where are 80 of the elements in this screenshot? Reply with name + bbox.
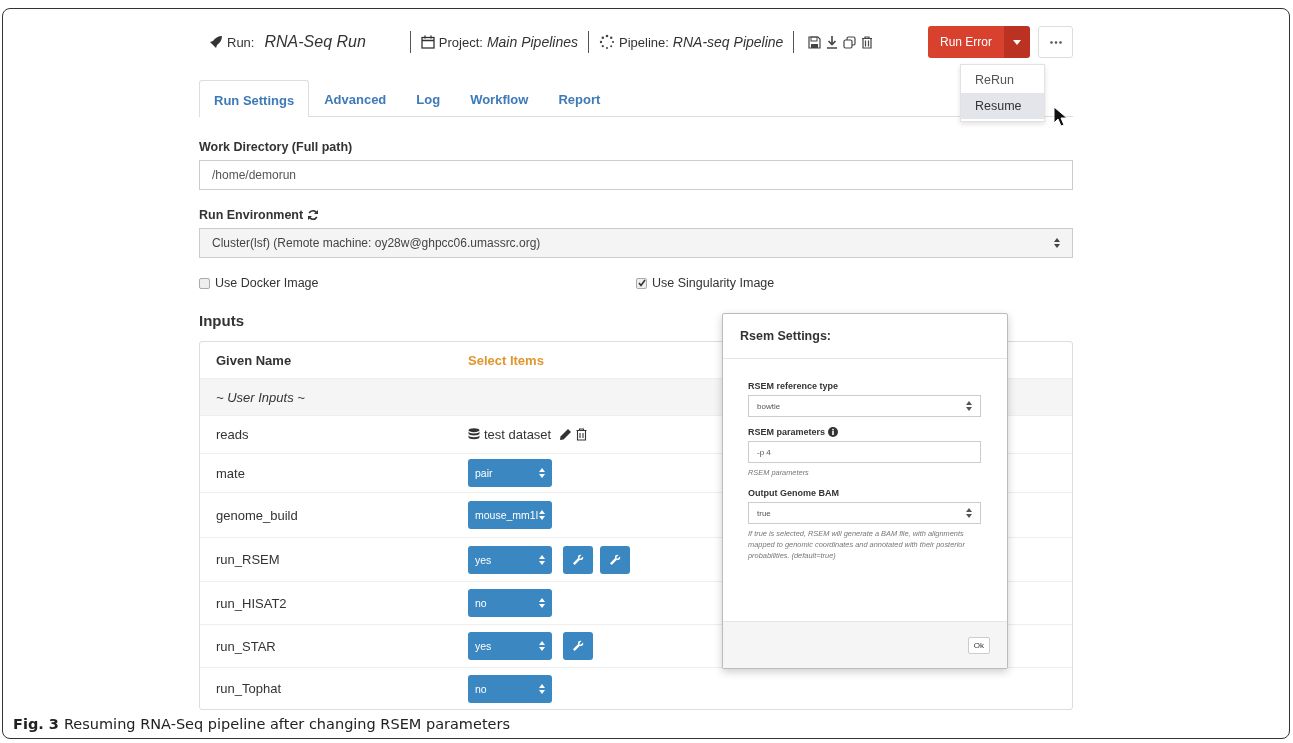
caret-icon [1013,39,1021,45]
run-name: RNA-Seq Run [264,33,366,51]
dataset-name: test dataset [484,427,552,442]
select-field[interactable]: pair [468,459,552,487]
group-header: ~ User Inputs ~ [215,389,306,405]
refresh-icon[interactable] [307,209,320,221]
select-field[interactable]: Cluster(lsf) (Remote machine: oy28w@ghpcc06.umassrc.org) [199,228,1073,258]
table-cell-text: mate [215,465,246,481]
project-label: Project: [438,34,483,50]
select-field[interactable]: no [468,674,552,703]
select-field[interactable]: yes [468,545,552,574]
spinner-icon [599,34,615,50]
checkbox[interactable] [199,277,210,289]
select-arrows-icon [539,598,545,608]
select-arrows-icon [966,508,972,518]
calendar-icon [420,35,435,49]
input-field[interactable]: -p 4 [748,441,981,463]
settings-button[interactable] [563,545,593,574]
status-dropdown-button[interactable] [1004,26,1030,58]
tab[interactable]: Advanced [309,80,402,117]
checkbox[interactable] [636,277,647,289]
select-arrows-icon [539,683,545,694]
checkbox-label: Use Singularity Image [652,276,775,290]
settings-button[interactable] [563,632,593,660]
table-cell-text: run_RSEM [215,552,281,567]
table-cell-text: run_Tophat [215,681,283,696]
table-cell-text: genome_build [215,507,299,523]
field-label: RSEM parameters [748,427,826,437]
pencil-icon[interactable] [559,428,573,441]
copy-icon[interactable] [843,35,857,49]
menu-item[interactable]: Resume [961,93,1044,119]
rocket-icon [209,35,223,49]
wrench-icon [572,640,584,652]
column-header: Select Items [468,352,544,368]
download-icon[interactable] [826,35,839,49]
section-title: Inputs [199,312,245,331]
tab[interactable]: Run Settings [199,80,310,117]
select-arrows-icon [539,510,545,520]
run-status-button[interactable]: Run Error [928,26,1004,58]
tab[interactable]: Log [401,80,456,117]
select-field[interactable]: true [748,502,981,524]
select-arrows-icon [539,554,545,565]
select-field[interactable]: mouse_mm1l [468,501,552,529]
project-name: Main Pipelines [486,34,578,50]
tab[interactable]: Report [543,80,616,117]
field-label: Work Directory (Full path) [199,140,353,154]
figure-caption: Resuming RNA-Seq pipeline after changing RSEM parameters [63,716,511,732]
select-arrows-icon [966,401,972,411]
select-arrows-icon [539,641,545,651]
menu-item[interactable]: ReRun [961,67,1044,93]
select-arrows-icon [1054,238,1060,248]
table-cell-text: run_STAR [215,638,277,654]
wrench-icon [572,553,584,566]
field-label: RSEM reference type [748,381,839,391]
run-label: Run: [227,34,255,50]
checkbox-label: Use Docker Image [215,276,319,290]
cursor-icon [1053,106,1069,128]
settings-button[interactable] [600,545,630,574]
database-icon [468,428,480,441]
trash-icon[interactable] [861,35,874,49]
input-field[interactable]: /home/demorun [199,160,1073,190]
more-icon [1049,40,1062,44]
wrench-icon [609,553,621,566]
field-label: Run Environment [199,208,304,222]
field-label: Output Genome BAM [748,488,839,498]
save-icon[interactable] [808,35,822,49]
select-field[interactable]: no [468,589,552,617]
dialog-title: Rsem Settings: [740,329,831,343]
figure-label: Fig. 3 [13,716,59,732]
pipeline-label: Pipeline: [619,34,669,50]
pipeline-name: RNA-seq Pipeline [672,34,784,50]
table-cell-text: reads [215,427,250,442]
trash-icon[interactable] [576,428,588,441]
select-field[interactable]: bowtie [748,395,981,417]
table-cell-text: run_HISAT2 [215,595,288,611]
tab[interactable]: Workflow [455,80,544,117]
ok-button[interactable]: Ok [967,636,990,654]
select-arrows-icon [539,468,545,478]
select-field[interactable]: yes [468,632,552,660]
column-header: Given Name [215,352,293,368]
